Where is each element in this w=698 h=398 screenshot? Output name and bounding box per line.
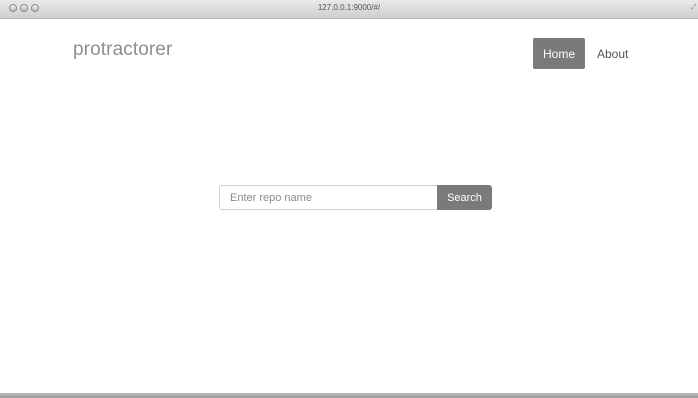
bottom-edge — [0, 393, 698, 398]
search-button[interactable]: Search — [437, 185, 492, 210]
nav-home-link[interactable]: Home — [533, 38, 585, 69]
nav-about-link[interactable]: About — [597, 47, 628, 61]
main-nav: Home About — [533, 38, 628, 69]
fullscreen-icon[interactable]: ⤢ — [691, 4, 697, 11]
browser-window: 127.0.0.1:9000/#/ ⤢ protractorer Home Ab… — [0, 0, 698, 398]
search-form: Search — [219, 185, 492, 210]
brand-title[interactable]: protractorer — [73, 39, 172, 61]
browser-titlebar: 127.0.0.1:9000/#/ ⤢ — [0, 0, 698, 19]
address-url: 127.0.0.1:9000/#/ — [317, 3, 381, 12]
repo-search-input[interactable] — [219, 185, 437, 210]
